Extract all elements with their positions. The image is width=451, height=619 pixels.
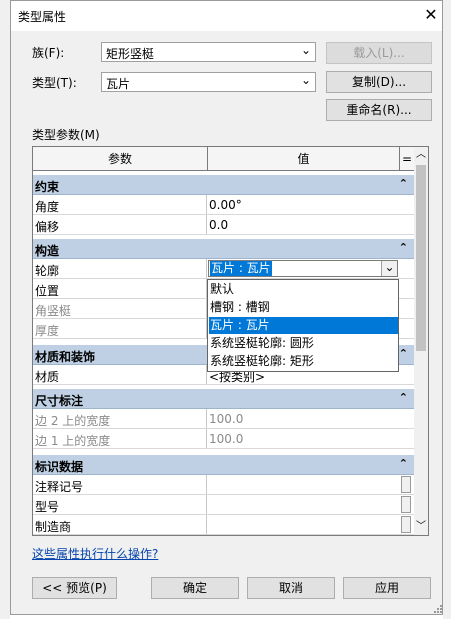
table-row[interactable]: 边 2 上的宽度 100.0	[33, 409, 414, 429]
table-row[interactable]: 轮廓 瓦片 : 瓦片 ⌄	[33, 259, 414, 279]
resize-grip-icon[interactable]	[434, 602, 442, 613]
type-value: 瓦片	[106, 77, 131, 91]
table-row[interactable]: 角度 0.00°	[33, 195, 414, 215]
list-item[interactable]: 系统竖梃轮廓: 矩形	[209, 353, 398, 370]
collapse-icon[interactable]: ⌃	[399, 391, 408, 404]
column-header-value[interactable]: 值	[208, 147, 400, 171]
scroll-down-icon[interactable]: ﹀	[414, 519, 428, 535]
table-row[interactable]: 制造商	[33, 515, 414, 535]
title-bar	[11, 1, 442, 31]
scrollbar-thumb[interactable]	[416, 165, 426, 351]
list-item[interactable]: 默认	[209, 281, 398, 298]
duplicate-button[interactable]: 复制(D)...	[326, 71, 432, 93]
column-header-eq[interactable]: =	[400, 147, 414, 171]
profile-combo[interactable]: 瓦片 : 瓦片 ⌄	[208, 260, 398, 277]
collapse-icon[interactable]: ⌃	[399, 241, 408, 254]
param-name: 制造商	[35, 520, 72, 534]
table-row[interactable]: 型号	[33, 495, 414, 515]
param-name: 注释记号	[35, 480, 84, 494]
type-combo[interactable]: 瓦片 ⌄	[101, 72, 316, 92]
cancel-button[interactable]: 取消	[247, 577, 335, 599]
param-name: 角度	[35, 200, 60, 214]
rename-button[interactable]: 重命名(R)...	[326, 99, 432, 121]
group-label: 尺寸标注	[35, 394, 84, 408]
background-strip-left	[0, 0, 10, 619]
load-button[interactable]: 载入(L)...	[326, 42, 432, 64]
group-label: 构造	[35, 244, 60, 258]
grid-scrollbar[interactable]: ︿ ﹀	[414, 147, 428, 535]
group-label: 标识数据	[35, 460, 84, 474]
profile-dropdown-list[interactable]: 默认 槽钢 : 槽钢 瓦片 : 瓦片 系统竖梃轮廓: 圆形 系统竖梃轮廓: 矩形	[207, 279, 399, 372]
close-icon[interactable]: ✕	[420, 4, 442, 26]
edit-button[interactable]	[401, 496, 411, 513]
help-link[interactable]: 这些属性执行什么操作?	[32, 545, 158, 562]
param-name: 边 2 上的宽度	[35, 414, 111, 428]
param-value: 0.00°	[209, 198, 242, 212]
background-strip-right	[443, 0, 451, 619]
param-name: 轮廓	[35, 264, 60, 278]
list-item[interactable]: 槽钢 : 槽钢	[209, 299, 398, 316]
param-value: 100.0	[209, 412, 244, 426]
collapse-icon[interactable]: ⌃	[399, 347, 408, 360]
chevron-down-icon: ⌄	[300, 73, 311, 87]
table-row[interactable]: 边 1 上的宽度 100.0	[33, 429, 414, 449]
param-name: 材质	[35, 370, 60, 384]
chevron-down-icon: ⌄	[300, 43, 311, 57]
collapse-icon[interactable]: ⌃	[399, 457, 408, 470]
type-label: 类型(T):	[32, 76, 77, 90]
family-value: 矩形竖梃	[106, 47, 155, 61]
edit-button[interactable]	[401, 476, 411, 493]
scroll-up-icon[interactable]: ︿	[414, 147, 428, 163]
group-dimensions[interactable]: 尺寸标注 ⌃	[33, 389, 414, 409]
group-construction[interactable]: 构造 ⌃	[33, 239, 414, 259]
family-combo[interactable]: 矩形竖梃 ⌄	[101, 42, 316, 62]
chevron-down-icon[interactable]: ⌄	[381, 261, 397, 276]
table-row[interactable]: 注释记号	[33, 475, 414, 495]
profile-value: 瓦片 : 瓦片	[210, 261, 272, 276]
group-constraints[interactable]: 约束 ⌃	[33, 175, 414, 195]
table-row[interactable]: 偏移 0.0	[33, 215, 414, 235]
list-item-selected[interactable]: 瓦片 : 瓦片	[209, 317, 398, 334]
family-label: 族(F):	[32, 46, 65, 60]
param-name: 型号	[35, 500, 60, 514]
apply-button[interactable]: 应用	[343, 577, 431, 599]
param-name: 偏移	[35, 220, 60, 234]
group-label: 约束	[35, 180, 60, 194]
preview-button[interactable]: << 预览(P)	[32, 577, 117, 599]
group-label: 材质和装饰	[35, 350, 96, 364]
edit-button[interactable]	[401, 516, 411, 533]
param-value: 100.0	[209, 432, 244, 446]
column-header-param[interactable]: 参数	[33, 147, 208, 171]
dialog-title: 类型属性	[18, 10, 67, 24]
collapse-icon[interactable]: ⌃	[399, 177, 408, 190]
param-name: 厚度	[35, 324, 60, 338]
type-params-label: 类型参数(M)	[32, 128, 100, 142]
param-name: 边 1 上的宽度	[35, 434, 111, 448]
list-item[interactable]: 系统竖梃轮廓: 圆形	[209, 335, 398, 352]
group-identity[interactable]: 标识数据 ⌃	[33, 455, 414, 475]
ok-button[interactable]: 确定	[151, 577, 239, 599]
param-name: 角竖梃	[35, 304, 72, 318]
param-name: 位置	[35, 284, 60, 298]
param-value: 0.0	[209, 218, 229, 232]
